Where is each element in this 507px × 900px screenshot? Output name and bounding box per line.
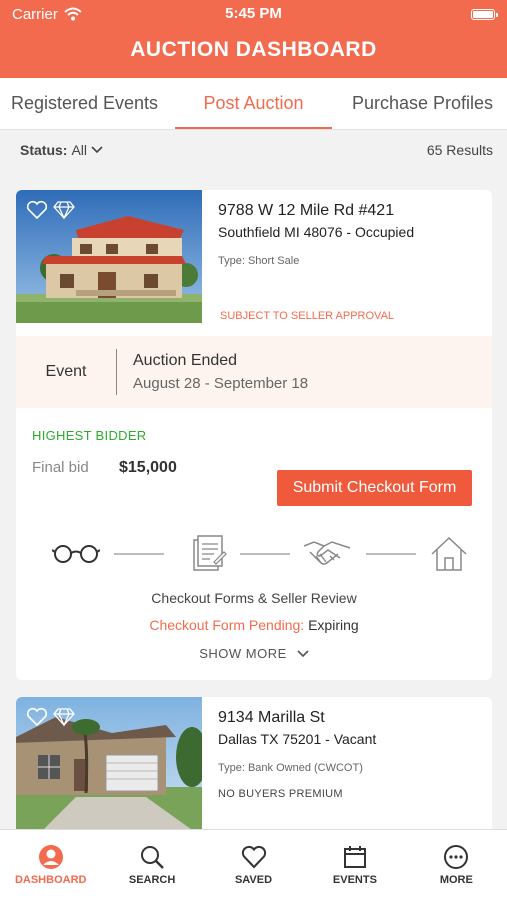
diamond-icon[interactable] xyxy=(52,200,76,220)
status-filter[interactable]: Status: All xyxy=(20,142,103,158)
property-photo[interactable] xyxy=(16,190,202,323)
pending-value: Expiring xyxy=(308,617,359,633)
pending-label: Checkout Form Pending: xyxy=(149,617,305,633)
status-filter-label: Status: xyxy=(20,142,68,158)
event-label: Event xyxy=(45,363,87,380)
heart-icon[interactable] xyxy=(26,200,48,220)
nav-search[interactable]: SEARCH xyxy=(101,830,202,900)
step-caption: Checkout Forms & Seller Review xyxy=(151,590,357,606)
chevron-down-icon xyxy=(297,649,309,657)
user-circle-icon xyxy=(38,845,63,869)
page-title: AUCTION DASHBOARD xyxy=(130,38,377,61)
diamond-icon[interactable] xyxy=(52,707,76,727)
bottom-nav: DASHBOARD SEARCH SAVED EVENTS MORE xyxy=(0,829,507,900)
heart-icon xyxy=(241,845,266,869)
listing-card[interactable]: 9788 W 12 Mile Rd #421 Southfield MI 480… xyxy=(16,190,492,680)
address-line1: 9788 W 12 Mile Rd #421 xyxy=(218,202,395,219)
carrier-label: Carrier xyxy=(12,5,58,23)
seller-approval-note: SUBJECT TO SELLER APPROVAL xyxy=(220,310,395,322)
show-more-label: SHOW MORE xyxy=(199,646,287,661)
results-count: 65 Results xyxy=(426,142,493,158)
tab-post-auction[interactable]: Post Auction xyxy=(169,78,338,129)
progress-line xyxy=(114,553,164,555)
glasses-icon xyxy=(52,545,100,563)
status-filter-value: All xyxy=(71,142,88,158)
checkout-status: Checkout Form Pending: Expiring xyxy=(16,617,492,633)
property-photo[interactable] xyxy=(16,697,202,830)
handshake-icon xyxy=(303,541,351,565)
final-bid-label: Final bid xyxy=(32,459,89,476)
address-line2: Southfield MI 48076 - Occupied xyxy=(218,224,415,240)
heart-icon[interactable] xyxy=(26,707,48,727)
event-dates: August 28 - September 18 xyxy=(133,375,309,392)
buyers-premium-note: NO BUYERS PREMIUM xyxy=(218,788,343,800)
nav-dashboard[interactable]: DASHBOARD xyxy=(0,830,101,900)
nav-more[interactable]: MORE xyxy=(406,830,507,900)
property-type: Type: Bank Owned (CWCOT) xyxy=(218,762,363,774)
progress-line xyxy=(366,553,416,555)
nav-search-label: SEARCH xyxy=(128,874,176,886)
nav-saved-label: SAVED xyxy=(234,874,273,886)
event-row: Event Auction Ended August 28 - Septembe… xyxy=(16,336,492,408)
property-type: Type: Short Sale xyxy=(218,255,300,267)
app-header: Carrier 5:45 PM AUCTION DASHBOARD xyxy=(0,0,507,78)
tab-registered-events[interactable]: Registered Events xyxy=(0,78,169,129)
bid-status-badge: HIGHEST BIDDER xyxy=(32,428,147,443)
show-more-toggle[interactable]: SHOW MORE xyxy=(16,646,492,661)
event-status: Auction Ended xyxy=(133,352,238,369)
calendar-icon xyxy=(343,846,366,868)
address-line2: Dallas TX 75201 - Vacant xyxy=(218,731,377,747)
bid-section: HIGHEST BIDDER Final bid $15,000 Submit … xyxy=(16,408,492,680)
tab-purchase-profiles[interactable]: Purchase Profiles xyxy=(338,78,507,129)
filter-bar: Status: All 65 Results xyxy=(0,130,507,170)
address-line1: 9134 Marilla St xyxy=(218,709,325,726)
more-icon xyxy=(444,845,469,869)
nav-events-label: EVENTS xyxy=(332,874,377,886)
submit-checkout-button[interactable]: Submit Checkout Form xyxy=(277,470,472,506)
final-bid-value: $15,000 xyxy=(119,459,177,476)
progress-steps xyxy=(52,534,467,574)
nav-more-label: MORE xyxy=(439,874,473,886)
search-icon xyxy=(141,846,164,869)
wifi-icon xyxy=(64,7,82,21)
nav-dashboard-label: DASHBOARD xyxy=(14,874,87,886)
tab-bar: Registered Events Post Auction Purchase … xyxy=(0,78,507,130)
progress-line xyxy=(240,553,290,555)
status-bar: Carrier 5:45 PM xyxy=(0,0,507,28)
listing-card[interactable]: 9134 Marilla St Dallas TX 75201 - Vacant… xyxy=(16,697,492,837)
nav-saved[interactable]: SAVED xyxy=(203,830,304,900)
nav-events[interactable]: EVENTS xyxy=(304,830,405,900)
document-icon xyxy=(193,535,227,571)
house-icon xyxy=(431,536,467,571)
chevron-down-icon xyxy=(91,146,103,154)
battery-icon xyxy=(471,8,498,20)
